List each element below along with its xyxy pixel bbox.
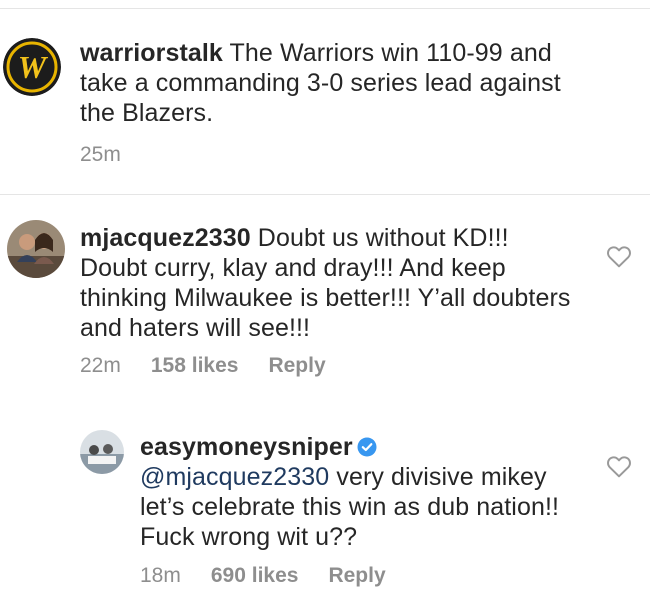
post-meta: 25m <box>80 143 121 167</box>
reply-body: easymoneysniper @mjacquez2330 very divis… <box>140 432 585 552</box>
reply-button[interactable]: Reply <box>268 354 325 378</box>
top-divider <box>0 8 650 9</box>
comment-body: mjacquez2330 Doubt us without KD!!! Doub… <box>80 223 580 343</box>
comment-time: 22m <box>80 354 121 377</box>
reply-mention[interactable]: @mjacquez2330 <box>140 463 329 491</box>
comment-meta: 22m 158 likes Reply <box>80 354 326 378</box>
mjacquez2330-avatar[interactable] <box>7 220 65 278</box>
post-username[interactable]: warriorstalk <box>80 39 223 67</box>
section-divider <box>0 194 650 195</box>
logo-letter: W <box>18 49 49 85</box>
verified-badge-icon <box>357 437 377 457</box>
reply-reply-button[interactable]: Reply <box>328 564 385 588</box>
reply-likes[interactable]: 690 likes <box>211 564 299 588</box>
reply-time: 18m <box>140 564 181 587</box>
post-caption: warriorstalk The Warriors win 110-99 and… <box>80 38 570 128</box>
warriorstalk-avatar[interactable]: W <box>3 38 61 96</box>
reply-meta: 18m 690 likes Reply <box>140 564 386 588</box>
comment-likes[interactable]: 158 likes <box>151 354 239 378</box>
reply-username[interactable]: easymoneysniper <box>140 433 353 461</box>
heart-outline-icon[interactable] <box>606 454 632 478</box>
heart-outline-icon[interactable] <box>606 244 632 268</box>
post-time: 25m <box>80 143 121 166</box>
comment-username[interactable]: mjacquez2330 <box>80 224 251 252</box>
easymoneysniper-avatar[interactable] <box>80 430 124 474</box>
